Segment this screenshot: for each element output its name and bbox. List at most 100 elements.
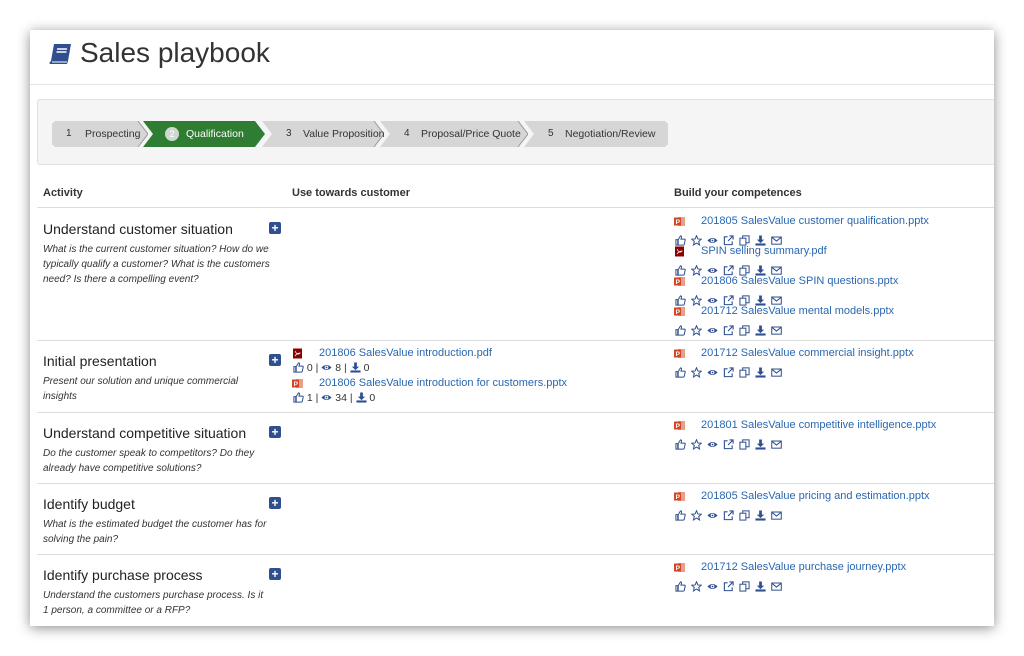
download-icon[interactable] — [755, 233, 766, 246]
activity-title: Initial presentation — [43, 353, 157, 369]
external-link-icon[interactable] — [723, 263, 734, 276]
stage-step-prospecting[interactable]: 1 Prospecting — [52, 121, 148, 147]
download-icon[interactable] — [355, 392, 367, 404]
star-icon[interactable] — [690, 579, 703, 593]
powerpoint-file-icon: P — [674, 349, 685, 358]
stage-step-qualification[interactable]: 2 Qualification — [143, 121, 265, 147]
app-window: Sales playbook 1 Prospecting 2 Qualificatio… — [30, 30, 994, 626]
activity-description: What is the estimated budget the custome… — [43, 519, 267, 545]
envelope-icon[interactable] — [771, 263, 782, 275]
envelope-icon[interactable] — [771, 233, 782, 245]
file-name[interactable]: 201801 SalesValue competitive intelligen… — [701, 419, 936, 431]
download-icon[interactable] — [755, 579, 766, 592]
svg-text:P: P — [676, 494, 681, 501]
file-name[interactable]: 201806 SalesValue introduction.pdf — [319, 347, 492, 359]
thumbs-up-icon[interactable] — [675, 508, 686, 521]
copy-icon[interactable] — [739, 263, 750, 276]
powerpoint-file-icon: P — [674, 492, 685, 501]
add-resource-button[interactable]: + — [269, 426, 281, 438]
copy-icon[interactable] — [739, 293, 750, 306]
stage-label: Proposal/Price Quote — [421, 128, 521, 140]
eye-icon[interactable] — [707, 579, 718, 590]
stage-label: Negotiation/Review — [565, 128, 656, 140]
download-icon[interactable] — [350, 362, 361, 374]
file-actions — [675, 505, 787, 522]
eye-icon[interactable] — [707, 293, 718, 304]
add-resource-button[interactable]: + — [269, 354, 281, 366]
svg-text:P: P — [676, 309, 681, 316]
envelope-icon[interactable] — [771, 293, 782, 305]
external-link-icon[interactable] — [723, 233, 734, 246]
thumbs-up-icon[interactable] — [675, 233, 686, 246]
download-icon[interactable] — [755, 508, 766, 521]
envelope-icon[interactable] — [771, 365, 782, 377]
thumbs-up-icon[interactable] — [675, 437, 686, 450]
likes-count: 0 — [306, 362, 313, 374]
activity-row: Understand competitive situation + Do the … — [37, 412, 994, 484]
copy-icon[interactable] — [739, 579, 750, 592]
copy-icon[interactable] — [739, 365, 750, 378]
thumbs-up-icon[interactable] — [675, 293, 686, 306]
envelope-icon[interactable] — [771, 437, 782, 449]
thumbs-up-icon[interactable] — [293, 392, 304, 404]
file-name[interactable]: 201805 SalesValue customer qualification… — [701, 215, 929, 227]
copy-icon[interactable] — [739, 323, 750, 336]
external-link-icon[interactable] — [723, 508, 734, 521]
copy-icon[interactable] — [739, 508, 750, 521]
file-actions — [675, 320, 787, 337]
external-link-icon[interactable] — [723, 293, 734, 306]
star-icon[interactable] — [690, 263, 703, 277]
eye-icon[interactable] — [707, 263, 718, 274]
powerpoint-file-icon: P — [674, 563, 685, 572]
download-icon[interactable] — [755, 437, 766, 450]
star-icon[interactable] — [690, 323, 703, 337]
eye-icon[interactable] — [707, 508, 718, 519]
download-icon[interactable] — [755, 263, 766, 276]
eye-icon[interactable] — [707, 323, 718, 334]
star-icon[interactable] — [690, 365, 703, 379]
add-resource-button[interactable]: + — [269, 568, 281, 580]
download-icon[interactable] — [755, 365, 766, 378]
star-icon[interactable] — [690, 437, 703, 451]
column-header-use: Use towards customer — [292, 187, 410, 199]
star-icon[interactable] — [690, 293, 703, 307]
thumbs-up-icon[interactable] — [293, 362, 304, 374]
file-name[interactable]: SPIN selling summary.pdf — [701, 245, 827, 257]
file-name[interactable]: 201805 SalesValue pricing and estimation… — [701, 490, 930, 502]
star-icon[interactable] — [690, 508, 703, 522]
add-resource-button[interactable]: + — [269, 222, 281, 234]
file-name[interactable]: 201712 SalesValue mental models.pptx — [701, 305, 894, 317]
add-resource-button[interactable]: + — [269, 497, 281, 509]
stage-step-value-proposition[interactable]: 3 Value Proposition — [262, 121, 385, 147]
copy-icon[interactable] — [739, 233, 750, 246]
eye-icon[interactable] — [707, 233, 718, 244]
stage-step-negotiation-review[interactable]: 5 Negotiation/Review — [524, 121, 668, 147]
stage-label: Prospecting — [85, 128, 141, 140]
envelope-icon[interactable] — [771, 579, 782, 591]
envelope-icon[interactable] — [771, 323, 782, 335]
file-name[interactable]: 201712 SalesValue commercial insight.ppt… — [701, 347, 914, 359]
external-link-icon[interactable] — [723, 579, 734, 592]
eye-icon[interactable] — [707, 365, 718, 376]
activity-title: Identify purchase process — [43, 567, 203, 583]
file-name[interactable]: 201806 SalesValue introduction for custo… — [319, 377, 567, 389]
star-icon[interactable] — [690, 233, 703, 247]
external-link-icon[interactable] — [723, 323, 734, 336]
file-name[interactable]: 201712 SalesValue purchase journey.pptx — [701, 561, 906, 573]
thumbs-up-icon[interactable] — [675, 263, 686, 276]
thumbs-up-icon[interactable] — [675, 323, 686, 336]
stage-number: 2 — [165, 127, 179, 141]
thumbs-up-icon[interactable] — [675, 579, 686, 592]
eye-icon[interactable] — [707, 437, 718, 448]
stage-number: 5 — [548, 128, 554, 139]
stage-step-proposal-price-quote[interactable]: 4 Proposal/Price Quote — [380, 121, 528, 147]
external-link-icon[interactable] — [723, 365, 734, 378]
envelope-icon[interactable] — [771, 508, 782, 520]
download-icon[interactable] — [755, 323, 766, 336]
thumbs-up-icon[interactable] — [675, 365, 686, 378]
file-actions — [675, 290, 787, 307]
copy-icon[interactable] — [739, 437, 750, 450]
external-link-icon[interactable] — [723, 437, 734, 450]
download-icon[interactable] — [755, 293, 766, 306]
file-name[interactable]: 201806 SalesValue SPIN questions.pptx — [701, 275, 898, 287]
